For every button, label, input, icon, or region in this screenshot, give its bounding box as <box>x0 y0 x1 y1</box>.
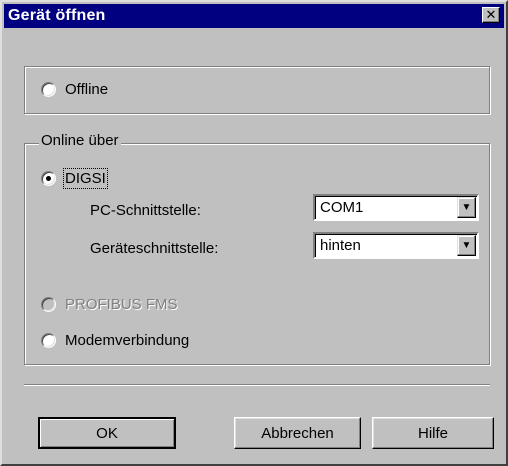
modem-radio[interactable] <box>41 333 56 348</box>
chevron-down-icon: ▼ <box>461 202 472 213</box>
modem-label: Modemverbindung <box>65 332 190 349</box>
pc-port-dropdown-button[interactable]: ▼ <box>457 197 476 218</box>
close-icon: ✕ <box>485 7 497 22</box>
profibus-radio <box>41 297 56 312</box>
profibus-label: PROFIBUS FMS <box>65 296 178 313</box>
chevron-down-icon: ▼ <box>461 240 472 251</box>
digsi-radio[interactable] <box>41 171 56 186</box>
separator <box>24 384 490 386</box>
offline-label: Offline <box>65 81 109 98</box>
offline-radio[interactable] <box>41 82 56 97</box>
device-port-value: hinten <box>320 237 361 254</box>
device-port-select[interactable]: hinten ▼ <box>313 232 479 259</box>
online-group-label: Online über <box>39 132 121 149</box>
digsi-option[interactable]: DIGSI <box>41 168 108 189</box>
digsi-label: DIGSI <box>63 168 108 189</box>
offline-option[interactable]: Offline <box>41 81 108 98</box>
close-button[interactable]: ✕ <box>482 7 500 23</box>
profibus-option: PROFIBUS FMS <box>41 296 178 313</box>
modem-option[interactable]: Modemverbindung <box>41 332 189 349</box>
cancel-button[interactable]: Abbrechen <box>234 417 361 449</box>
device-port-label: Geräteschnittstelle: <box>90 240 219 257</box>
help-button[interactable]: Hilfe <box>372 417 494 449</box>
device-port-dropdown-button[interactable]: ▼ <box>457 235 476 256</box>
pc-port-label: PC-Schnittstelle: <box>90 202 201 219</box>
pc-port-select[interactable]: COM1 ▼ <box>313 194 479 221</box>
window-title: Gerät öffnen <box>8 7 106 24</box>
pc-port-value: COM1 <box>320 199 364 216</box>
ok-button[interactable]: OK <box>38 417 176 449</box>
dialog-window: Gerät öffnen ✕ Offline Online über DIGSI… <box>0 0 508 466</box>
title-bar: Gerät öffnen ✕ <box>4 4 504 28</box>
